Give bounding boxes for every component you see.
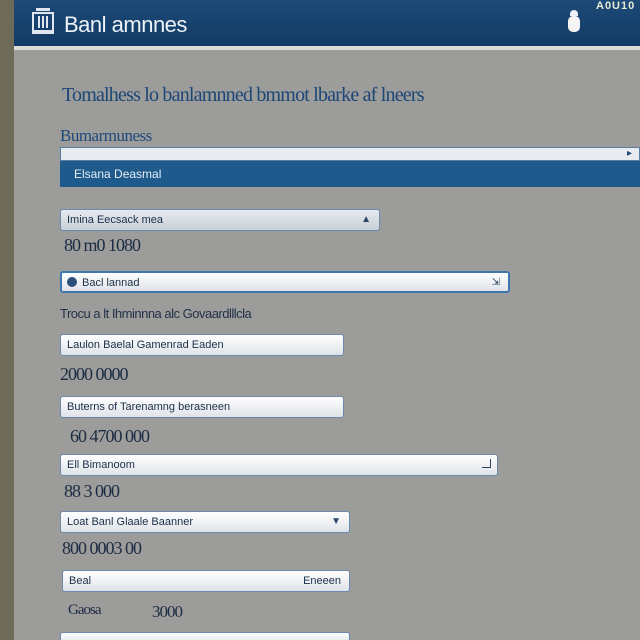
option-field-6[interactable] (60, 632, 350, 640)
option-select-4[interactable]: Loat Banl Glaale Baanner ▼ (60, 511, 350, 533)
total-label: Gaosa (68, 602, 101, 618)
resize-icon[interactable]: ⇲ (492, 273, 500, 293)
title-bar: Banl amnnes (14, 0, 640, 50)
app-window: Banl amnnes A0U10 Tomalhess lo banlamnne… (14, 0, 640, 640)
header-status: A0U10 (596, 0, 636, 12)
option-4-amount: 800 0003 00 (62, 538, 142, 558)
option-2-value: Buterns of Tarenamng berasneen (67, 401, 231, 413)
option-1-value: Laulon Baelal Gamenrad Eaden (67, 339, 224, 351)
page-heading: Tomalhess lo banlamnned bmmot lbarke af … (62, 84, 424, 106)
option-1-amount: 2000 0000 (60, 364, 128, 384)
account-type-amount: 80 m0 1080 (64, 235, 141, 255)
option-field-1[interactable]: Laulon Baelal Gamenrad Eaden (60, 334, 344, 356)
chevron-down-icon[interactable]: ▼ (331, 512, 341, 532)
user-icon[interactable] (568, 10, 580, 32)
option-5-value: Beal (69, 575, 92, 587)
section-subheading: Bumarmuness (60, 126, 152, 145)
search-value: Bacl lannad (82, 277, 140, 289)
app-title: Banl amnnes (64, 12, 187, 37)
option-field-2[interactable]: Buterns of Tarenamng berasneen (60, 396, 344, 418)
search-icon (67, 277, 77, 287)
section-label: Trocu a lt Ihminnna alc Govaardlllcla (60, 306, 252, 321)
option-3-amount: 88 3 000 (64, 481, 120, 501)
filter-icon[interactable]: ▸ (627, 148, 639, 160)
chevron-up-icon[interactable]: ▲ (361, 210, 371, 230)
account-type-value: Imina Eecsack mea (67, 214, 163, 226)
option-5-right: Eneeen (303, 575, 341, 587)
option-4-value: Loat Banl Glaale Baanner (67, 516, 193, 528)
total-amount: 3000 (152, 602, 183, 621)
corner-icon (482, 459, 491, 468)
option-field-5[interactable]: Beal Eneeen (62, 570, 350, 592)
bank-logo-icon (32, 8, 54, 34)
account-type-select[interactable]: Imina Eecsack mea ▲ (60, 209, 380, 231)
option-field-3[interactable]: Ell Bimanoom (60, 454, 498, 476)
filter-input[interactable]: ▸ (60, 147, 640, 161)
search-input[interactable]: Bacl lannad ⇲ (60, 271, 510, 293)
option-2-amount: 60 4700 000 (70, 426, 150, 446)
selected-list-item[interactable]: Elsana Deasmal (60, 161, 640, 187)
option-3-value: Ell Bimanoom (67, 459, 135, 471)
